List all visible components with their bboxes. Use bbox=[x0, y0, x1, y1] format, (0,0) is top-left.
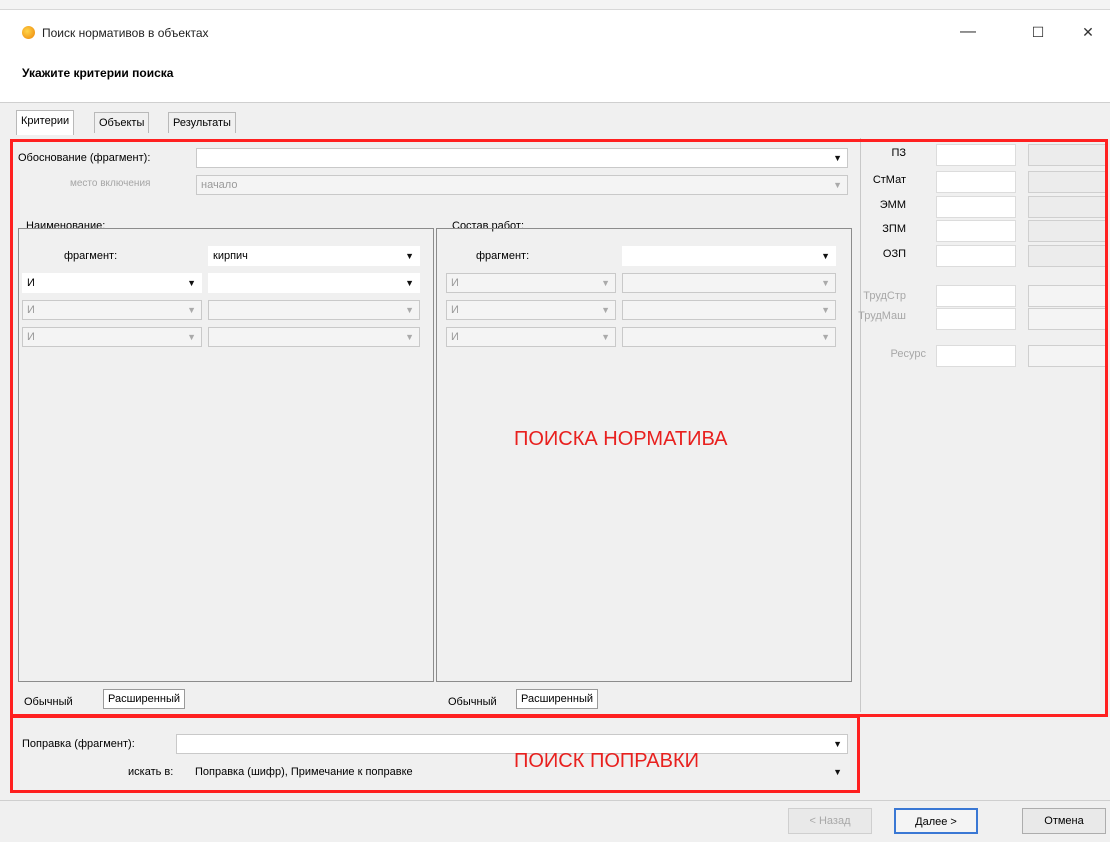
ozp-label: ОЗП bbox=[882, 248, 906, 260]
minimize-button[interactable]: — bbox=[946, 18, 990, 46]
chevron-down-icon[interactable]: ▼ bbox=[821, 328, 830, 346]
naimenovanie-fragment-value: кирпич bbox=[213, 250, 248, 262]
close-button[interactable]: ✕ bbox=[1066, 18, 1110, 46]
naimenovanie-op-2[interactable]: И ▼ bbox=[22, 300, 202, 320]
emm-field[interactable] bbox=[936, 196, 1016, 218]
resurs-label: Ресурс bbox=[890, 348, 926, 360]
zpm-label: ЗПМ bbox=[882, 223, 906, 235]
page-subtitle: Укажите критерии поиска bbox=[22, 66, 174, 80]
window-title: Поиск нормативов в объектах bbox=[42, 26, 209, 40]
sostav-fragment-combobox[interactable]: ▼ bbox=[622, 246, 836, 266]
sostav-op-1[interactable]: И ▼ bbox=[446, 273, 616, 293]
zpm-field[interactable] bbox=[936, 220, 1016, 242]
sostav-value-3[interactable]: ▼ bbox=[622, 327, 836, 347]
chevron-down-icon[interactable]: ▼ bbox=[601, 328, 610, 346]
op-value: И bbox=[27, 277, 35, 289]
chevron-down-icon[interactable]: ▼ bbox=[601, 301, 610, 319]
chevron-down-icon[interactable]: ▼ bbox=[405, 274, 414, 292]
naimenovanie-group bbox=[18, 228, 434, 682]
ozp-field[interactable] bbox=[936, 245, 1016, 267]
naimenovanie-op-1[interactable]: И ▼ bbox=[22, 273, 202, 293]
naimenovanie-value-1[interactable]: ▼ bbox=[208, 273, 420, 293]
sostav-subtab-normal[interactable]: Обычный bbox=[444, 693, 501, 713]
tab-criteria[interactable]: Критерии bbox=[16, 110, 75, 135]
search-in-label: искать в: bbox=[128, 766, 174, 778]
sostav-subtab-extended[interactable]: Расширенный bbox=[516, 689, 598, 709]
search-in-value: Поправка (шифр), Примечание к поправке bbox=[195, 766, 413, 778]
search-normative-annotation: ПОИСКА НОРМАТИВА bbox=[514, 428, 728, 450]
chevron-down-icon[interactable]: ▼ bbox=[405, 247, 414, 265]
sostav-value-2[interactable]: ▼ bbox=[622, 300, 836, 320]
naimenovanie-fragment-label: фрагмент: bbox=[64, 250, 118, 262]
cancel-button[interactable]: Отмена bbox=[1022, 808, 1106, 834]
chevron-down-icon[interactable]: ▼ bbox=[405, 301, 414, 319]
op-value: И bbox=[27, 331, 35, 343]
chevron-down-icon[interactable]: ▼ bbox=[601, 274, 610, 292]
chevron-down-icon[interactable]: ▼ bbox=[833, 735, 842, 753]
naimenovanie-fragment-combobox[interactable]: кирпич ▼ bbox=[208, 246, 420, 266]
footer-divider bbox=[0, 800, 1110, 801]
search-correction-annotation: ПОИСК ПОПРАВКИ bbox=[514, 750, 699, 772]
naimenovanie-value-2[interactable]: ▼ bbox=[208, 300, 420, 320]
naimenovanie-value-3[interactable]: ▼ bbox=[208, 327, 420, 347]
obosnovanie-combobox[interactable]: ▼ bbox=[196, 148, 848, 168]
back-button[interactable]: < Назад bbox=[788, 808, 872, 834]
chevron-down-icon[interactable]: ▼ bbox=[833, 763, 842, 781]
tab-results[interactable]: Результаты bbox=[168, 112, 236, 133]
obosnovanie-label: Обоснование (фрагмент): bbox=[18, 152, 151, 164]
naimenovanie-op-3[interactable]: И ▼ bbox=[22, 327, 202, 347]
tab-strip bbox=[0, 102, 1110, 139]
sostav-op-3[interactable]: И ▼ bbox=[446, 327, 616, 347]
stmat-label: СтМат bbox=[872, 174, 906, 186]
pz-field[interactable] bbox=[936, 144, 1016, 166]
correction-label: Поправка (фрагмент): bbox=[22, 738, 135, 750]
top-edge bbox=[0, 0, 1110, 10]
mesto-label: место включения bbox=[70, 178, 151, 189]
correction-combobox[interactable]: ▼ bbox=[176, 734, 848, 754]
chevron-down-icon[interactable]: ▼ bbox=[187, 328, 196, 346]
next-button[interactable]: Далее > bbox=[894, 808, 978, 834]
op-value: И bbox=[451, 277, 459, 289]
mesto-combobox[interactable]: начало ▼ bbox=[196, 175, 848, 195]
trudmash-label: ТрудМаш bbox=[858, 310, 906, 322]
mesto-value: начало bbox=[201, 179, 238, 191]
op-value: И bbox=[451, 331, 459, 343]
op-value: И bbox=[27, 304, 35, 316]
stmat-field-2[interactable] bbox=[1028, 171, 1108, 193]
trudmash-field[interactable] bbox=[936, 308, 1016, 330]
sostav-value-1[interactable]: ▼ bbox=[622, 273, 836, 293]
resurs-field-2[interactable] bbox=[1028, 345, 1108, 367]
chevron-down-icon[interactable]: ▼ bbox=[187, 301, 196, 319]
trudmash-field-2[interactable] bbox=[1028, 308, 1108, 330]
trudstr-field-2[interactable] bbox=[1028, 285, 1108, 307]
tab-objects[interactable]: Объекты bbox=[94, 112, 150, 133]
ozp-field-2[interactable] bbox=[1028, 245, 1108, 267]
resurs-field[interactable] bbox=[936, 345, 1016, 367]
pz-label: ПЗ bbox=[891, 147, 906, 159]
trudstr-field[interactable] bbox=[936, 285, 1016, 307]
sostav-op-2[interactable]: И ▼ bbox=[446, 300, 616, 320]
chevron-down-icon[interactable]: ▼ bbox=[405, 328, 414, 346]
emm-field-2[interactable] bbox=[1028, 196, 1108, 218]
chevron-down-icon[interactable]: ▼ bbox=[187, 274, 196, 292]
op-value: И bbox=[451, 304, 459, 316]
stmat-field[interactable] bbox=[936, 171, 1016, 193]
zpm-field-2[interactable] bbox=[1028, 220, 1108, 242]
sostav-group bbox=[436, 228, 852, 682]
trudstr-label: ТрудСтр bbox=[863, 290, 906, 302]
naimenovanie-subtab-normal[interactable]: Обычный bbox=[20, 693, 77, 713]
app-icon bbox=[22, 26, 35, 39]
sostav-fragment-label: фрагмент: bbox=[476, 250, 530, 262]
naimenovanie-subtab-extended[interactable]: Расширенный bbox=[103, 689, 185, 709]
maximize-button[interactable]: ☐ bbox=[1016, 18, 1060, 46]
pz-field-2[interactable] bbox=[1028, 144, 1108, 166]
emm-label: ЭММ bbox=[879, 199, 906, 211]
